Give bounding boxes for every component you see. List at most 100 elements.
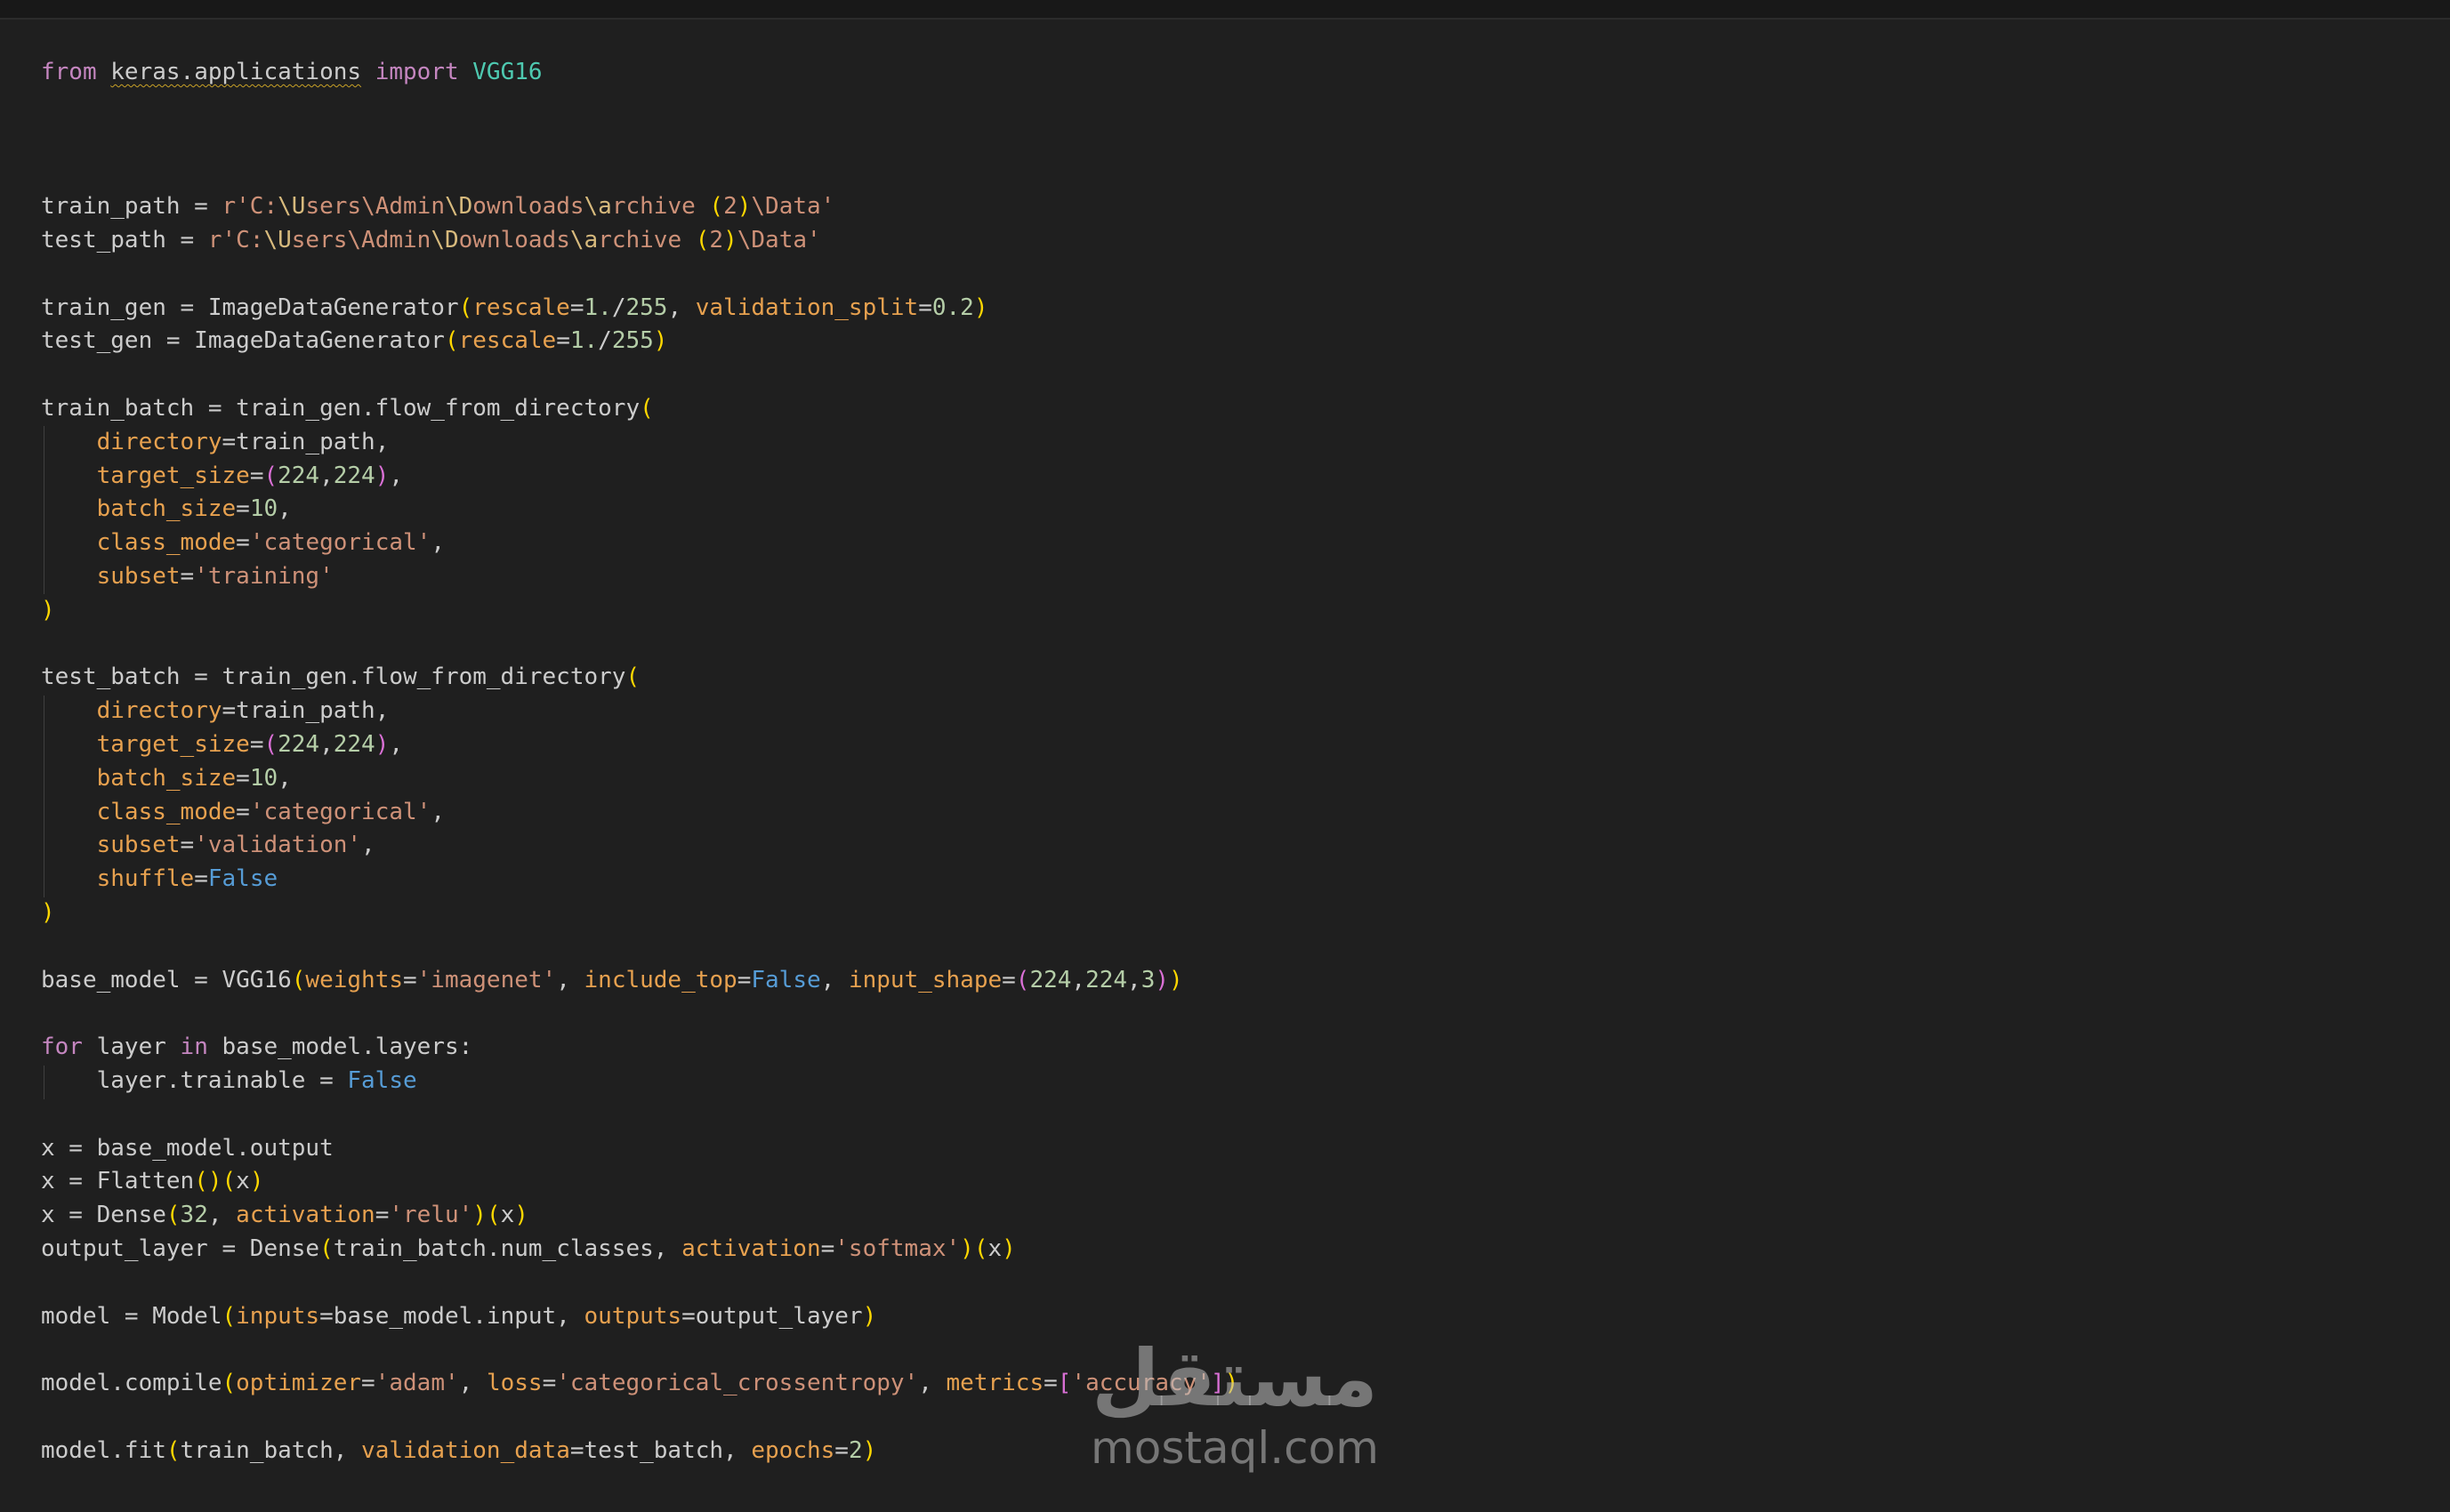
code-line[interactable]: model.compile(optimizer='adam', loss='ca…	[41, 1367, 1238, 1401]
code-line[interactable]: test_gen = ImageDataGenerator(rescale=1.…	[41, 325, 667, 358]
code-token: 255	[611, 327, 654, 355]
code-token: [	[1057, 1370, 1072, 1397]
code-token: inputs	[236, 1302, 320, 1330]
code-line[interactable]: test_path = r'C:\Users\Admin\Downloads\a…	[41, 224, 821, 258]
code-token: \a	[584, 193, 612, 221]
code-line[interactable]: x = base_model.output	[41, 1132, 334, 1166]
code-line[interactable]: shuffle=False	[41, 863, 278, 897]
code-token: train_path =	[41, 193, 222, 221]
code-line[interactable]: from keras.applications import VGG16	[41, 56, 543, 90]
code-token: (	[263, 462, 278, 489]
code-line[interactable]: class_mode='categorical',	[41, 796, 445, 830]
code-token: target_size	[96, 462, 250, 489]
code-token: 0.2	[931, 294, 974, 321]
code-token: outputs	[584, 1302, 682, 1330]
code-line[interactable]: x = Dense(32, activation='relu')(x)	[41, 1199, 528, 1233]
code-token: )	[375, 462, 390, 489]
code-token: \U	[278, 193, 306, 221]
code-token: 224	[333, 462, 375, 489]
code-token: epochs	[751, 1436, 835, 1464]
code-token: (	[458, 294, 473, 321]
code-line[interactable]: target_size=(224,224),	[41, 728, 403, 762]
code-token: class_mode	[96, 529, 237, 557]
code-line[interactable]: x = Flatten()(x)	[41, 1165, 263, 1199]
code-token: )	[1155, 966, 1170, 993]
code-token: ,	[1071, 966, 1086, 993]
code-line[interactable]: )	[41, 594, 55, 628]
code-token: r'C:	[222, 193, 278, 221]
code-token: output_layer = Dense	[41, 1235, 320, 1262]
code-editor[interactable]: from keras.applications import VGG16 trai…	[0, 56, 2450, 1512]
code-line[interactable]: batch_size=10,	[41, 762, 292, 796]
code-token: (	[319, 1235, 334, 1262]
code-token: layer.trainable =	[41, 1067, 348, 1094]
code-token: (	[695, 227, 710, 253]
code-token: subset	[96, 563, 181, 590]
code-line[interactable]: target_size=(224,224),	[41, 460, 403, 494]
code-token: ,	[389, 731, 404, 758]
code-token: =train_path,	[222, 428, 390, 455]
code-token: )	[653, 327, 668, 355]
code-token: 10	[249, 495, 278, 523]
code-token: )	[960, 1235, 974, 1262]
code-line[interactable]: class_mode='categorical',	[41, 527, 445, 560]
code-line[interactable]: layer.trainable = False	[41, 1065, 417, 1098]
code-token: r'C:	[207, 227, 264, 253]
code-line[interactable]: model = Model(inputs=base_model.input, o…	[41, 1300, 876, 1334]
code-token: 10	[249, 764, 278, 792]
code-token: ,	[319, 462, 334, 489]
code-line[interactable]: model.fit(train_batch, validation_data=t…	[41, 1435, 876, 1468]
code-line[interactable]: train_path = r'C:\Users\Admin\Downloads\…	[41, 190, 834, 224]
code-line[interactable]: subset='validation',	[41, 829, 375, 863]
code-token: class_mode	[96, 798, 237, 825]
code-line[interactable]: train_batch = train_gen.flow_from_direct…	[41, 392, 654, 426]
code-token: =	[1002, 966, 1016, 993]
code-token: =	[236, 495, 250, 523]
code-token: train_batch.num_classes,	[333, 1235, 682, 1262]
code-line[interactable]: directory=train_path,	[41, 426, 390, 460]
code-token: =	[249, 731, 264, 758]
code-token: 'relu'	[389, 1202, 473, 1229]
code-token: 2	[709, 227, 724, 253]
code-token: ,	[820, 966, 849, 993]
code-line[interactable]: output_layer = Dense(train_batch.num_cla…	[41, 1233, 1016, 1267]
code-token: x = base_model.output	[41, 1134, 334, 1162]
code-line[interactable]: test_batch = train_gen.flow_from_directo…	[41, 661, 640, 695]
code-line[interactable]: directory=train_path,	[41, 695, 390, 728]
code-token: ,	[918, 1370, 947, 1397]
code-token: input_shape	[848, 966, 1003, 993]
code-token: ,	[207, 1202, 237, 1229]
code-token: 224	[333, 731, 375, 758]
code-token: directory	[96, 697, 222, 725]
code-token: )	[1002, 1235, 1016, 1262]
code-token: \Data'	[751, 193, 835, 221]
code-token: VGG16	[472, 59, 543, 85]
code-token: 'softmax'	[834, 1235, 961, 1262]
code-token: model.compile	[41, 1370, 222, 1397]
code-line[interactable]: )	[41, 897, 55, 930]
code-token: 'imagenet'	[416, 966, 557, 993]
code-line[interactable]: for layer in base_model.layers:	[41, 1031, 472, 1065]
code-token: ,	[319, 731, 334, 758]
code-token: False	[751, 966, 821, 993]
editor-top-bar	[0, 0, 2450, 20]
code-token: ,	[431, 798, 445, 825]
code-line[interactable]: subset='training'	[41, 560, 334, 594]
code-token: rchive	[611, 193, 710, 221]
code-token: )	[1169, 966, 1183, 993]
code-token: (	[625, 664, 641, 691]
code-token: 'categorical_crossentropy'	[556, 1370, 919, 1397]
code-line[interactable]: base_model = VGG16(weights='imagenet', i…	[41, 964, 1183, 998]
code-token: keras.applications	[110, 59, 362, 85]
code-token: directory	[96, 428, 222, 455]
code-line[interactable]: train_gen = ImageDataGenerator(rescale=1…	[41, 292, 987, 326]
code-token: =output_layer	[681, 1302, 863, 1330]
code-line[interactable]: batch_size=10,	[41, 493, 292, 527]
code-token: )	[472, 1202, 487, 1229]
code-token: include_top	[584, 966, 737, 993]
code-token: rchive	[598, 227, 696, 253]
